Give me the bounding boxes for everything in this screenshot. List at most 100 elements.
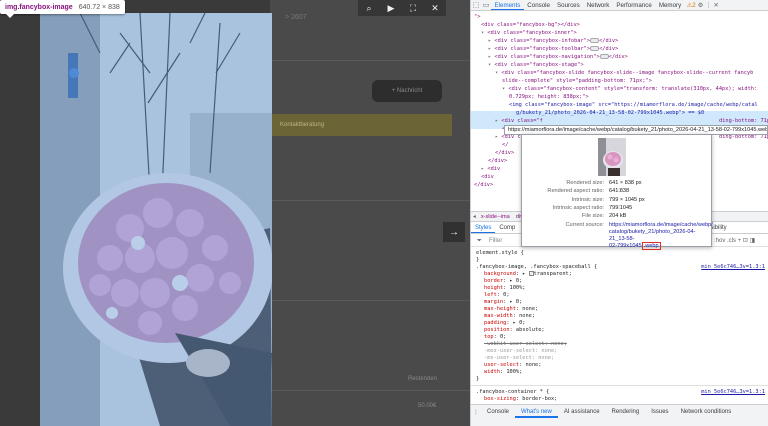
stylesheet-link[interactable]: min_5e6c746…3v=1.3:1 (701, 389, 765, 396)
tab-memory[interactable]: Memory (655, 0, 684, 10)
notify-button[interactable]: + Nachricht (372, 80, 442, 102)
css-rule-line[interactable]: -webkit-user-select: none; (484, 341, 567, 348)
dom-node-line[interactable]: <img class="fancybox-image" src="https:/… (509, 101, 758, 109)
dom-node-line[interactable]: slide--complete" style="padding-bottom: … (502, 77, 652, 85)
css-prop-position[interactable]: position: absolute; (484, 327, 545, 334)
drawer-tab-rendering[interactable]: Rendering (606, 406, 646, 418)
styles-filter-input[interactable]: Filter (489, 235, 502, 247)
dom-node-line[interactable]: ▾ <div class="fancybox-content" style="t… (502, 85, 757, 93)
image-info-label: Intrinsic aspect ratio: (552, 204, 604, 211)
zoom-button[interactable]: ⌕ (358, 0, 380, 16)
ellipsis-badge[interactable] (590, 38, 600, 43)
breadcrumb-item[interactable]: x-slide--ima (478, 214, 513, 220)
image-info-label: File size: (581, 213, 604, 220)
dom-node-line[interactable]: ▸ <div class="fding-bottom: 71px;" (495, 117, 768, 125)
css-prop-box-sizing[interactable]: box-sizing: border-box; (484, 396, 557, 403)
css-prop-padding[interactable]: padding: ▸ 0; (484, 320, 525, 327)
drawer-tab-ai-assistance[interactable]: AI assistance (558, 406, 606, 418)
play-button[interactable]: ▶ (380, 0, 402, 16)
dom-node-line[interactable]: </ (502, 141, 508, 149)
stock-label: Restenden (408, 376, 438, 382)
close-button[interactable]: ✕ (424, 0, 446, 16)
warning-badge[interactable]: ⚠2 (687, 2, 696, 9)
tab-styles[interactable]: Styles (471, 223, 496, 233)
close-devtools-icon[interactable]: ✕ (713, 2, 718, 9)
css-property-name: padding (484, 320, 507, 326)
zoom-icon: ⌕ (366, 2, 372, 13)
fullscreen-button[interactable]: ⛶ (402, 0, 424, 16)
css-prop-user-select[interactable]: user-select: none; (484, 362, 541, 369)
ellipsis-badge[interactable] (590, 46, 600, 51)
css-property-value: : 0; (493, 334, 507, 340)
dom-node-line[interactable]: ▾ <div class="fancybox-inner"> (481, 29, 577, 37)
inspect-tooltip-dims: 640.72 × 838 (78, 3, 120, 11)
css-prop-width[interactable]: width: 100%; (484, 369, 522, 376)
inspect-tooltip-tag: img.fancybox-image (5, 3, 73, 11)
dom-node-text: "> (474, 14, 481, 20)
ellipsis-badge[interactable] (599, 54, 609, 59)
tab-sources[interactable]: Sources (554, 0, 584, 10)
styles-toolbar-actions[interactable]: :hov .cls + ⊡ ◨ (714, 235, 755, 247)
more-options-icon[interactable]: ⋮ (705, 2, 711, 9)
fancybox-next-button[interactable]: → (443, 222, 465, 242)
css-prop-max-width[interactable]: max-width: none; (484, 313, 535, 320)
drawer-tab-network-conditions[interactable]: Network conditions (675, 406, 738, 418)
drawer-tab-what-s-new[interactable]: What's new (515, 406, 558, 418)
css-rule-line[interactable]: -ms-user-select: none; (484, 355, 554, 362)
device-toggle-icon[interactable]: ▭ (481, 1, 491, 9)
dom-node-line[interactable]: </div> (488, 157, 507, 165)
dom-node-line[interactable]: ▸ <div class="fancybox-navigation"> </div… (488, 53, 628, 61)
css-prop-top[interactable]: top: 0; (484, 334, 506, 341)
consult-banner: Kontaktberatung (272, 114, 452, 136)
css-property-value: : absolute; (509, 327, 545, 333)
css-property-value: : none; (519, 362, 542, 368)
css-property-value: : 100%; (503, 285, 526, 291)
tab-performance[interactable]: Performance (613, 0, 655, 10)
source-url-line: 02-799x1045 .webp (609, 242, 661, 250)
dom-node-line[interactable]: ▸ <div (481, 165, 500, 173)
image-info-row: Rendered size: 641 × 838 px (522, 179, 713, 187)
css-prop-margin[interactable]: margin: ▸ 0; (484, 299, 522, 306)
dom-node-text: <div (481, 174, 494, 180)
css-property-value: : none; (512, 313, 536, 319)
drawer-tab-issues[interactable]: Issues (645, 406, 674, 418)
css-property-value: : none; (515, 306, 539, 312)
drawer-tab-console[interactable]: Console (481, 406, 515, 418)
gear-icon[interactable]: ⚙ (698, 2, 704, 9)
dom-node-line[interactable]: 0.729px; height: 838px;"> (509, 93, 589, 101)
tab-comp[interactable]: Comp (495, 223, 519, 233)
dom-node-line[interactable]: ▸ <div class="fancybox-infobar"> </div> (488, 37, 618, 45)
image-info-value: 799∶1045 (609, 204, 633, 211)
tab-console[interactable]: Console (524, 0, 554, 10)
rule-separator (471, 385, 768, 386)
dom-node-text: </div> (474, 182, 494, 188)
dom-node-line[interactable]: ▸ <div class="fancybox-toolbar"> </div> (488, 45, 618, 53)
dom-node-line[interactable]: g/bukety_21/photo_2026-04-21_13-58-02-79… (516, 109, 704, 117)
breadcrumb-scroll-left-icon[interactable]: ◂ (471, 214, 478, 220)
image-info-row: Intrinsic size: 799 × 1045 px (522, 196, 713, 204)
dom-node-text: <div class="fancybox-infobar"> (494, 38, 591, 44)
image-info-label: Intrinsic size: (571, 196, 604, 203)
css-rule-line[interactable]: -moz-user-select: none; (484, 348, 557, 355)
dom-node-line[interactable]: <div (481, 173, 494, 181)
dom-node-line[interactable]: </div> (495, 149, 514, 157)
tab-elements[interactable]: Elements (491, 0, 524, 10)
css-prop-height[interactable]: height: 100%; (484, 285, 525, 292)
fancybox-image[interactable] (40, 13, 272, 426)
stylesheet-link[interactable]: min_5e6c746…3v=1.3:1 (701, 264, 765, 271)
dom-node-line[interactable]: ▾ <div class="fancybox-slide fancybox-sl… (495, 69, 753, 77)
css-prop-max-height[interactable]: max-height: none; (484, 306, 538, 313)
css-prop-border[interactable]: border: ▸ 0; (484, 278, 522, 285)
css-prop-left[interactable]: left: 0; (484, 292, 510, 299)
dom-node-text: <div class="fancybox-slide fancybox-slid… (501, 70, 754, 76)
tab-network[interactable]: Network (583, 0, 613, 10)
image-info-label: Rendered size: (566, 180, 604, 186)
dom-node-line[interactable]: <div class="fancybox-bg"></div> (481, 21, 580, 29)
inspect-tooltip-caret (6, 14, 14, 18)
drawer-menu-icon[interactable]: ⋮ (471, 409, 481, 416)
dom-node-line[interactable]: "> (474, 13, 480, 21)
dom-node-line[interactable]: ▾ <div class="fancybox-stage"> (488, 61, 584, 69)
inspect-element-icon[interactable]: ⬚ (471, 1, 481, 9)
css-prop-background[interactable]: background: ▸ transparent; (484, 271, 572, 278)
dom-node-line[interactable]: </div> (474, 181, 493, 189)
